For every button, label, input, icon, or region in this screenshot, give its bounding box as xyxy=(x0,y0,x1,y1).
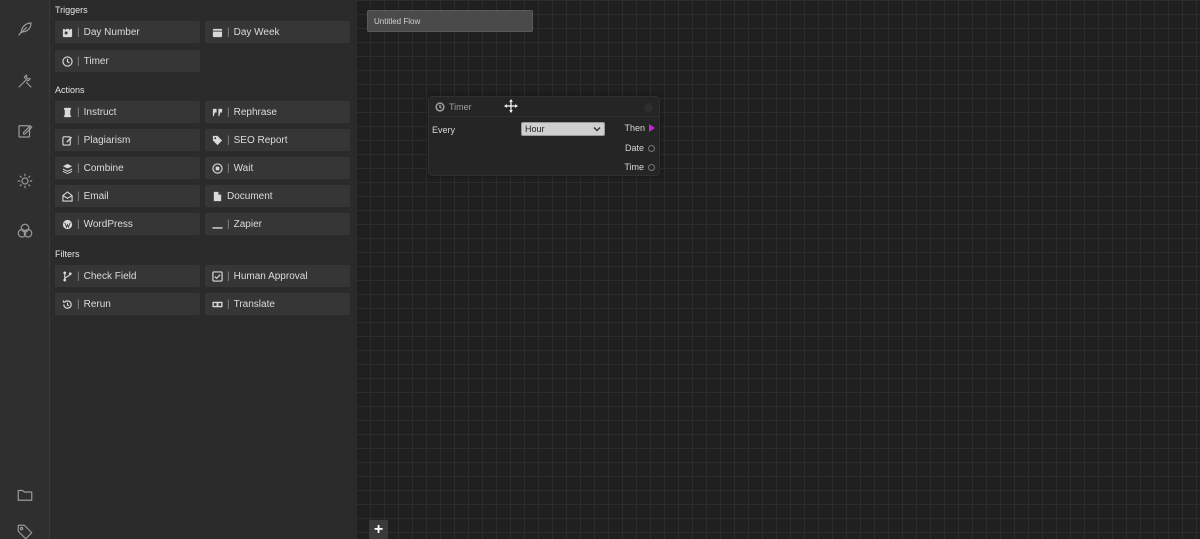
component-email[interactable]: | Email xyxy=(55,185,200,207)
component-label: Email xyxy=(83,190,109,202)
every-label: Every xyxy=(432,125,456,135)
branch-icon xyxy=(61,270,73,282)
component-wordpress[interactable]: | WordPress xyxy=(55,213,200,235)
timer-node[interactable]: Timer Every Hour Then Date Time xyxy=(428,96,660,176)
layers-icon xyxy=(61,162,73,174)
clock-icon xyxy=(61,55,73,67)
exec-port-then[interactable] xyxy=(649,124,655,132)
component-instruct[interactable]: | Instruct xyxy=(55,101,200,123)
component-label: Document xyxy=(227,190,273,202)
folder-icon[interactable] xyxy=(15,485,35,505)
component-label: SEO Report xyxy=(233,134,288,146)
component-rephrase[interactable]: | Rephrase xyxy=(205,101,350,123)
edit-icon[interactable] xyxy=(15,121,35,141)
clock-icon xyxy=(435,101,445,112)
component-label: Timer xyxy=(83,55,109,67)
component-label: Zapier xyxy=(233,218,262,230)
component-label: Combine xyxy=(83,162,124,174)
component-seo-report[interactable]: | SEO Report xyxy=(205,129,350,151)
component-label: Translate xyxy=(233,298,275,310)
component-label: Plagiarism xyxy=(83,134,131,146)
component-document[interactable]: Document xyxy=(205,185,350,207)
component-translate[interactable]: | Translate xyxy=(205,293,350,315)
tags-icon xyxy=(211,134,223,146)
component-label: WordPress xyxy=(83,218,133,230)
move-cursor-icon xyxy=(504,99,518,113)
data-port-date[interactable] xyxy=(648,144,655,152)
component-label: Instruct xyxy=(83,106,117,118)
component-label: Rephrase xyxy=(233,106,277,118)
node-header[interactable]: Timer xyxy=(429,97,659,117)
quote-icon xyxy=(211,106,223,118)
component-combine[interactable]: | Combine xyxy=(55,157,200,179)
component-day-week[interactable]: | Day Week xyxy=(205,21,350,43)
icon-rail xyxy=(0,0,50,539)
add-node-button[interactable]: + xyxy=(369,520,388,539)
file-icon xyxy=(211,190,223,202)
language-icon xyxy=(211,298,223,310)
component-human-approval[interactable]: | Human Approval xyxy=(205,265,350,287)
calendar-day-icon xyxy=(61,26,73,38)
node-status-dot xyxy=(644,103,653,112)
interval-select[interactable]: Hour xyxy=(521,122,605,136)
output-date: Date xyxy=(625,143,655,153)
interval-select-value: Hour xyxy=(525,124,545,134)
component-day-number[interactable]: | Day Number xyxy=(55,21,200,43)
wordpress-icon xyxy=(61,218,73,230)
circles-icon[interactable] xyxy=(15,221,35,241)
component-check-field[interactable]: | Check Field xyxy=(55,265,200,287)
scroll-icon xyxy=(61,106,73,118)
output-then: Then xyxy=(624,123,655,133)
tools-icon[interactable] xyxy=(15,71,35,91)
envelope-open-icon xyxy=(61,190,73,202)
section-title-triggers: Triggers xyxy=(55,5,88,15)
section-title-actions: Actions xyxy=(55,85,85,95)
component-plagiarism[interactable]: | Plagiarism xyxy=(55,129,200,151)
lightbulb-icon[interactable] xyxy=(15,171,35,191)
component-rerun[interactable]: | Rerun xyxy=(55,293,200,315)
component-label: Rerun xyxy=(83,298,111,310)
checkbox-icon xyxy=(211,270,223,282)
component-label: Wait xyxy=(233,162,254,174)
section-title-filters: Filters xyxy=(55,249,80,259)
history-icon xyxy=(61,298,73,310)
feather-icon[interactable] xyxy=(15,19,35,39)
component-timer[interactable]: | Timer xyxy=(55,50,200,72)
calendar-icon xyxy=(211,26,223,38)
edit-icon xyxy=(61,134,73,146)
component-label: Human Approval xyxy=(233,270,308,282)
components-panel: Triggers | Day Number | Day Week | Timer… xyxy=(50,0,356,539)
tag-icon[interactable] xyxy=(15,522,35,539)
component-label: Day Week xyxy=(233,26,280,38)
component-wait[interactable]: | Wait xyxy=(205,157,350,179)
flow-canvas[interactable]: Timer Every Hour Then Date Time + xyxy=(356,0,1200,539)
flow-title-input[interactable] xyxy=(367,10,533,32)
node-title: Timer xyxy=(449,101,472,112)
component-label: Day Number xyxy=(83,26,140,38)
stop-circle-icon xyxy=(211,162,223,174)
underscore-icon xyxy=(211,218,223,230)
data-port-time[interactable] xyxy=(648,163,655,171)
output-time: Time xyxy=(624,162,655,172)
component-zapier[interactable]: | Zapier xyxy=(205,213,350,235)
chevron-down-icon xyxy=(593,127,601,132)
component-label: Check Field xyxy=(83,270,137,282)
